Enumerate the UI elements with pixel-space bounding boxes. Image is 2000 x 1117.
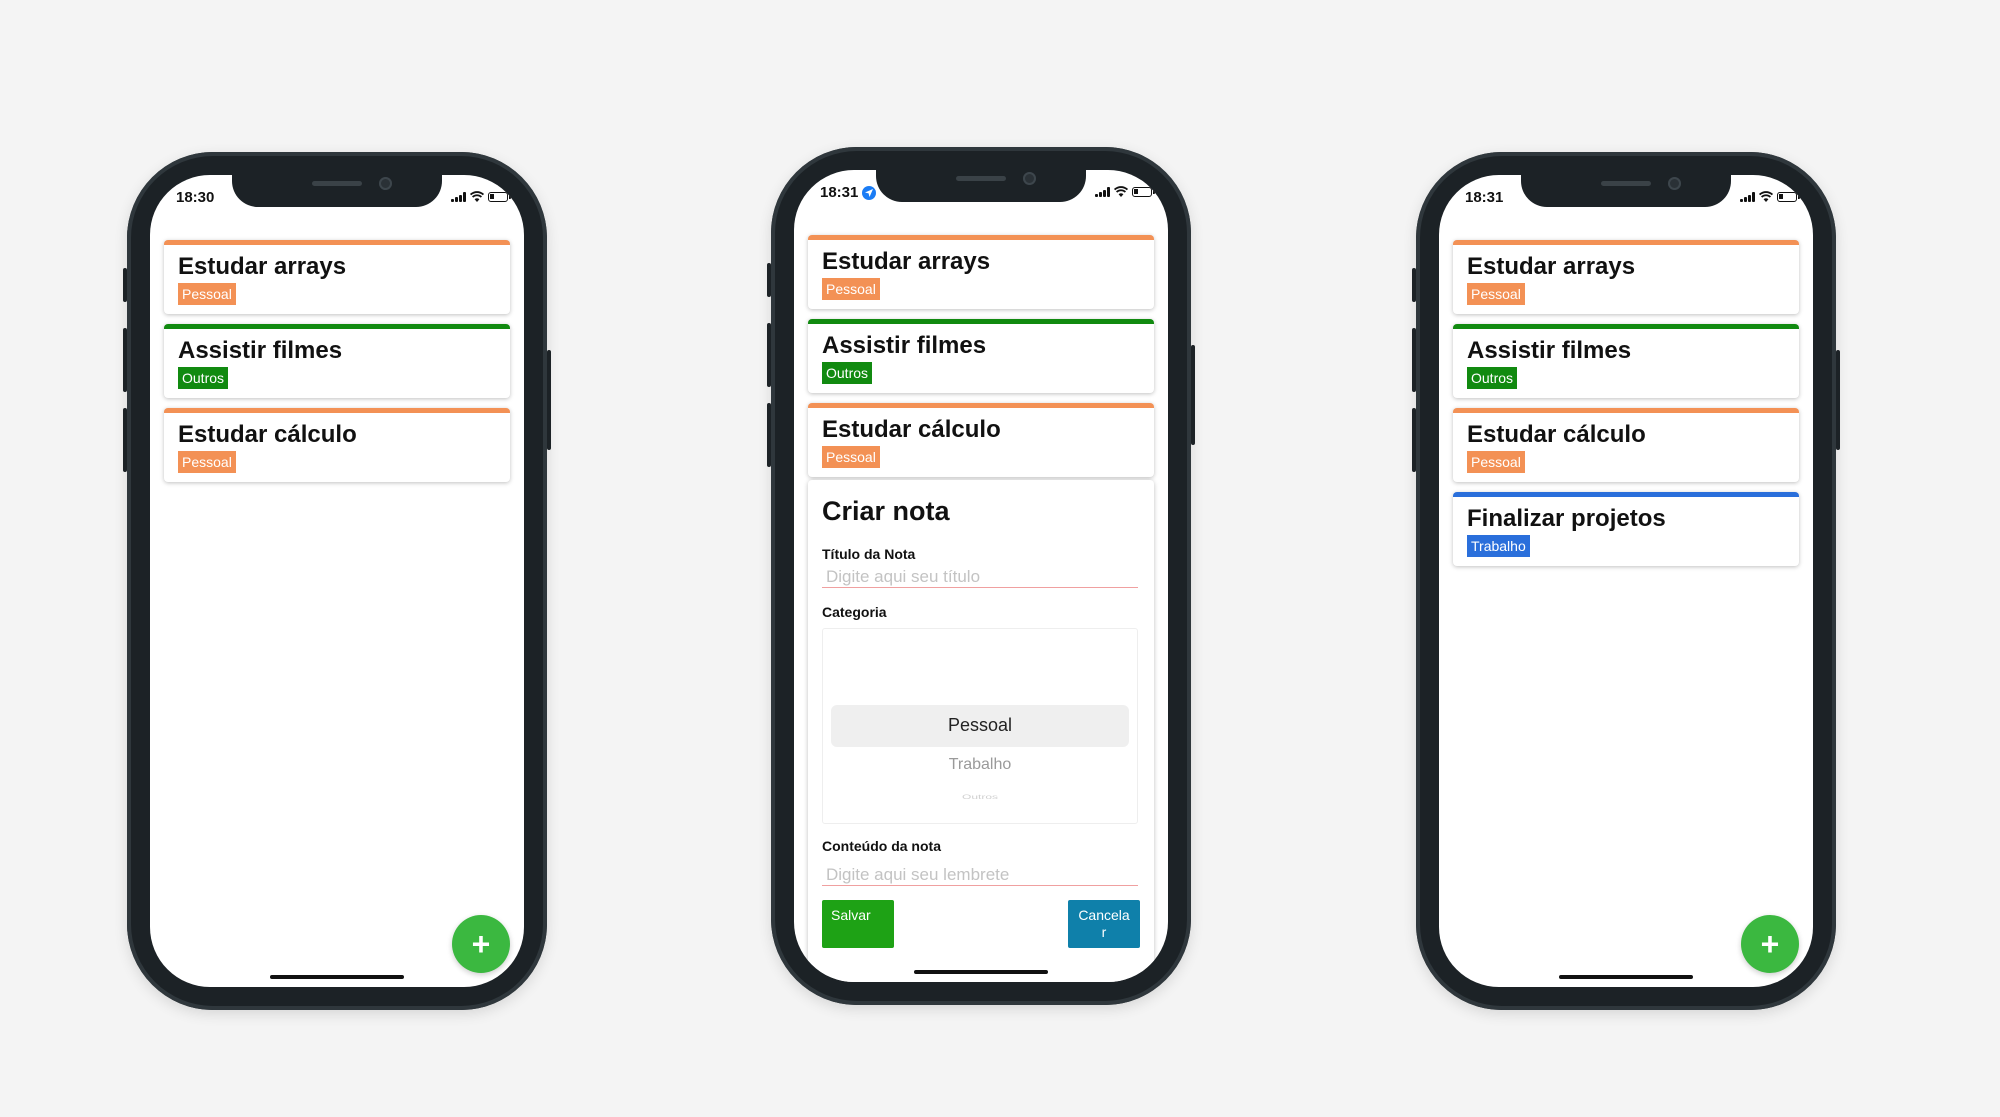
note-title-input[interactable]	[822, 566, 1138, 588]
note-card[interactable]: Estudar arrays Pessoal	[1453, 240, 1799, 314]
battery-icon	[488, 191, 511, 202]
modal-title: Criar nota	[822, 496, 950, 526]
notch	[876, 170, 1086, 202]
speaker	[312, 181, 362, 186]
camera-icon	[1023, 172, 1036, 185]
note-title: Estudar cálculo	[822, 416, 1001, 443]
note-card[interactable]: Estudar cálculo Pessoal	[1453, 408, 1799, 482]
notch	[1521, 175, 1731, 207]
speaker	[1601, 181, 1651, 186]
signal-icon	[1740, 191, 1755, 202]
note-title: Estudar arrays	[822, 248, 991, 275]
category-badge: Pessoal	[178, 451, 236, 473]
status-icons	[451, 191, 511, 202]
note-card[interactable]: Estudar arrays Pessoal	[808, 235, 1154, 309]
category-label: Categoria	[822, 604, 887, 620]
note-title: Assistir filmes	[178, 337, 343, 364]
camera-icon	[1668, 177, 1681, 190]
screen: 18:30 Estudar arrays Pessoal Assistir fi…	[150, 175, 524, 987]
note-title: Estudar arrays	[1467, 253, 1636, 280]
note-content-label: Conteúdo da nota	[822, 838, 941, 854]
note-title-label: Título da Nota	[822, 546, 916, 562]
notch	[232, 175, 442, 207]
screen: 18:31 Estudar arrays Pessoal Assistir fi…	[794, 170, 1168, 982]
camera-icon	[379, 177, 392, 190]
note-title: Estudar arrays	[178, 253, 347, 280]
volume-down-button	[123, 408, 127, 472]
wifi-icon	[1759, 191, 1773, 202]
note-card[interactable]: Assistir filmes Outros	[1453, 324, 1799, 398]
create-note-modal: Criar nota Título da Nota Categoria Pess…	[808, 480, 1154, 982]
volume-up-button	[1412, 328, 1416, 392]
note-card[interactable]: Assistir filmes Outros	[808, 319, 1154, 393]
cancel-button[interactable]: Cancelar	[1068, 900, 1140, 948]
note-card[interactable]: Estudar cálculo Pessoal	[808, 403, 1154, 477]
note-card[interactable]: Assistir filmes Outros	[164, 324, 510, 398]
category-badge: Pessoal	[822, 446, 880, 468]
note-card[interactable]: Estudar arrays Pessoal	[164, 240, 510, 314]
status-icons	[1740, 191, 1800, 202]
category-badge: Outros	[822, 362, 873, 384]
status-bar-time: 18:31	[1465, 189, 1503, 206]
speaker	[956, 176, 1006, 181]
category-badge: Pessoal	[178, 283, 236, 305]
save-button[interactable]: Salvar	[822, 900, 894, 948]
picker-option-outros[interactable]: Outros	[823, 793, 1137, 801]
category-picker[interactable]: Pessoal Trabalho Outros	[822, 628, 1138, 824]
phone-3: 18:31 Estudar arrays Pessoal Assistir fi…	[1412, 152, 1840, 1010]
home-indicator[interactable]	[270, 975, 404, 979]
add-note-button[interactable]: +	[452, 915, 510, 973]
status-icons	[1095, 186, 1155, 197]
add-note-button[interactable]: +	[1741, 915, 1799, 973]
screen: 18:31 Estudar arrays Pessoal Assistir fi…	[1439, 175, 1813, 987]
note-content-input[interactable]	[822, 864, 1138, 886]
volume-down-button	[1412, 408, 1416, 472]
note-title: Estudar cálculo	[178, 421, 357, 448]
location-arrow-icon	[862, 185, 877, 200]
volume-up-button	[123, 328, 127, 392]
signal-icon	[451, 191, 466, 202]
status-bar-time: 18:30	[176, 189, 214, 206]
category-badge: Pessoal	[1467, 451, 1525, 473]
status-bar-time: 18:31	[820, 184, 877, 201]
phone-2: 18:31 Estudar arrays Pessoal Assistir fi…	[767, 147, 1195, 1005]
home-indicator[interactable]	[914, 970, 1048, 974]
note-title: Estudar cálculo	[1467, 421, 1646, 448]
note-title: Finalizar projetos	[1467, 505, 1666, 532]
note-card[interactable]: Finalizar projetos Trabalho	[1453, 492, 1799, 566]
volume-up-button	[767, 323, 771, 387]
note-card[interactable]: Estudar cálculo Pessoal	[164, 408, 510, 482]
power-button	[547, 350, 551, 450]
status-time-text: 18:31	[820, 184, 859, 201]
status-time-text: 18:31	[1465, 189, 1504, 206]
home-indicator[interactable]	[1559, 975, 1693, 979]
category-badge: Outros	[1467, 367, 1518, 389]
silent-switch	[123, 268, 127, 302]
power-button	[1836, 350, 1840, 450]
picker-option-trabalho[interactable]: Trabalho	[823, 756, 1137, 774]
note-title: Assistir filmes	[1467, 337, 1632, 364]
wifi-icon	[1114, 186, 1128, 197]
wifi-icon	[470, 191, 484, 202]
category-badge: Pessoal	[1467, 283, 1525, 305]
category-badge: Outros	[178, 367, 229, 389]
silent-switch	[1412, 268, 1416, 302]
battery-icon	[1777, 191, 1800, 202]
category-badge: Pessoal	[822, 278, 880, 300]
silent-switch	[767, 263, 771, 297]
phone-1: 18:30 Estudar arrays Pessoal Assistir fi…	[123, 152, 551, 1010]
power-button	[1191, 345, 1195, 445]
battery-icon	[1132, 186, 1155, 197]
picker-option-pessoal[interactable]: Pessoal	[823, 715, 1137, 736]
category-badge: Trabalho	[1467, 535, 1530, 557]
volume-down-button	[767, 403, 771, 467]
signal-icon	[1095, 186, 1110, 197]
note-title: Assistir filmes	[822, 332, 987, 359]
status-time-text: 18:30	[176, 189, 215, 206]
